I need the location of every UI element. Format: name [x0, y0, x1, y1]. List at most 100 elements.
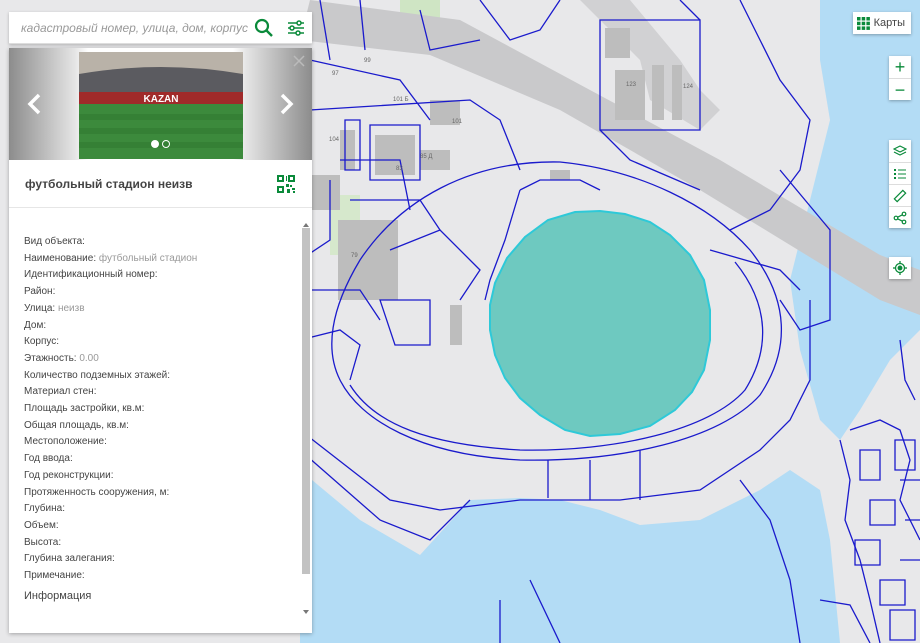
search-bar	[9, 12, 312, 44]
parcel-label: 83	[396, 166, 403, 172]
attribute-row: Дом:	[24, 318, 312, 335]
attribute-label: Высота:	[24, 536, 62, 548]
measure-button[interactable]	[889, 184, 911, 206]
search-icon	[254, 18, 273, 37]
attribute-label: Наименование:	[24, 252, 97, 264]
plus-icon: +	[894, 57, 906, 77]
parcel-label: 104	[329, 137, 340, 143]
share-button[interactable]	[889, 206, 911, 228]
scrollbar[interactable]	[302, 216, 310, 614]
sliders-icon	[288, 19, 304, 36]
scroll-up-button[interactable]	[302, 216, 310, 227]
parcel-label: 79	[351, 253, 358, 259]
search-input[interactable]	[9, 12, 248, 43]
basemap-label: Карты	[873, 17, 905, 29]
zoom-out-button[interactable]: −	[889, 78, 911, 100]
attribute-row: Высота:	[24, 535, 312, 552]
qr-code-button[interactable]	[276, 174, 296, 194]
photo-banner-text: KAZAN	[144, 94, 179, 105]
attribute-label: Глубина:	[24, 503, 65, 515]
close-panel-button[interactable]	[292, 54, 306, 68]
attribute-row: Площадь застройки, кв.м:	[24, 401, 312, 418]
attribute-row: Протяженность сооружения, м:	[24, 485, 312, 502]
photo-carousel: KAZAN	[9, 48, 312, 160]
locate-button[interactable]	[889, 257, 911, 279]
legend-button[interactable]	[889, 162, 911, 184]
parcel-label: 99	[364, 58, 371, 64]
object-title: футбольный стадион неизв	[25, 176, 193, 191]
attribute-row: Примечание:	[24, 568, 312, 585]
attribute-label: Примечание:	[24, 570, 85, 582]
attribute-label: Дом:	[24, 319, 47, 331]
filter-button[interactable]	[280, 12, 312, 44]
attribute-label: Общая площадь, кв.м:	[24, 419, 129, 431]
attribute-row: Количество подземных этажей:	[24, 368, 312, 385]
attribute-row: Глубина:	[24, 501, 312, 518]
attribute-label: Глубина залегания:	[24, 553, 115, 565]
carousel-dots	[151, 140, 170, 148]
basemap-button[interactable]: Карты	[852, 12, 911, 34]
attribute-row: Глубина залегания:	[24, 551, 312, 568]
attribute-label: Этажность:	[24, 352, 77, 364]
scroll-down-button[interactable]	[302, 603, 310, 614]
attribute-row: Район:	[24, 284, 312, 301]
triangle-down-icon	[303, 610, 309, 614]
map-tools	[889, 140, 911, 228]
attributes-section: Вид объекта: Наименование: футбольный ста…	[9, 216, 312, 633]
zoom-control: + −	[889, 56, 911, 100]
attribute-row: Год реконструкции:	[24, 468, 312, 485]
attribute-label: Местоположение:	[24, 436, 107, 448]
object-info-panel: KAZAN футбольный стадион неизв Вид объек…	[9, 48, 312, 633]
attribute-label: Идентификационный номер:	[24, 269, 158, 281]
close-icon	[293, 55, 305, 67]
list-icon	[894, 168, 906, 179]
chevron-left-icon	[27, 93, 41, 115]
attribute-row: Идентификационный номер:	[24, 267, 312, 284]
attribute-value: 0.00	[79, 352, 99, 364]
attribute-row: Наименование: футбольный стадион	[24, 251, 312, 268]
scroll-thumb[interactable]	[302, 228, 310, 574]
attribute-label: Объем:	[24, 519, 59, 531]
attribute-row: Местоположение:	[24, 434, 312, 451]
attribute-row: Улица: неизв	[24, 301, 312, 318]
layers-icon	[893, 145, 907, 156]
attribute-value: неизв	[57, 302, 85, 314]
parcel-label: 97	[332, 71, 339, 77]
parcel-label: 124	[683, 84, 694, 90]
parcel-label: 101	[452, 119, 463, 125]
attribute-label: Вид объекта:	[24, 236, 85, 247]
attribute-label: Год ввода:	[24, 453, 73, 465]
layers-button[interactable]	[889, 140, 911, 162]
attribute-label: Площадь застройки, кв.м:	[24, 403, 145, 415]
attribute-label: Корпус:	[24, 336, 60, 348]
attribute-label: Протяженность сооружения, м:	[24, 486, 170, 498]
carousel-next-button[interactable]	[274, 92, 298, 116]
attribute-label: Улица:	[24, 302, 56, 314]
attribute-list: Вид объекта: Наименование: футбольный ста…	[9, 216, 312, 585]
ruler-icon	[893, 188, 907, 203]
chevron-right-icon	[280, 93, 294, 115]
attribute-value: футбольный стадион	[98, 252, 198, 264]
attribute-row: Материал стен:	[24, 384, 312, 401]
crosshair-icon	[893, 261, 907, 275]
parcel-label: 101 Б	[393, 97, 409, 103]
panel-header: футбольный стадион неизв	[9, 160, 312, 208]
attribute-row: Год ввода:	[24, 451, 312, 468]
grid-icon	[856, 16, 870, 30]
search-button[interactable]	[248, 12, 280, 44]
info-section-header[interactable]: Информация	[24, 590, 91, 602]
attribute-row: Объем:	[24, 518, 312, 535]
attribute-row: Вид объекта:	[24, 234, 312, 251]
attribute-label: Год реконструкции:	[24, 469, 114, 481]
attribute-label: Материал стен:	[24, 386, 97, 398]
share-icon	[893, 211, 907, 224]
carousel-prev-button[interactable]	[23, 92, 47, 116]
carousel-dot[interactable]	[151, 140, 159, 148]
carousel-dot[interactable]	[162, 140, 170, 148]
attribute-label: Количество подземных этажей:	[24, 369, 170, 381]
attribute-row: Общая площадь, кв.м:	[24, 418, 312, 435]
minus-icon: −	[894, 79, 906, 100]
zoom-in-button[interactable]: +	[889, 56, 911, 78]
attribute-row: Этажность: 0.00	[24, 351, 312, 368]
parcel-label: 123	[626, 82, 637, 88]
